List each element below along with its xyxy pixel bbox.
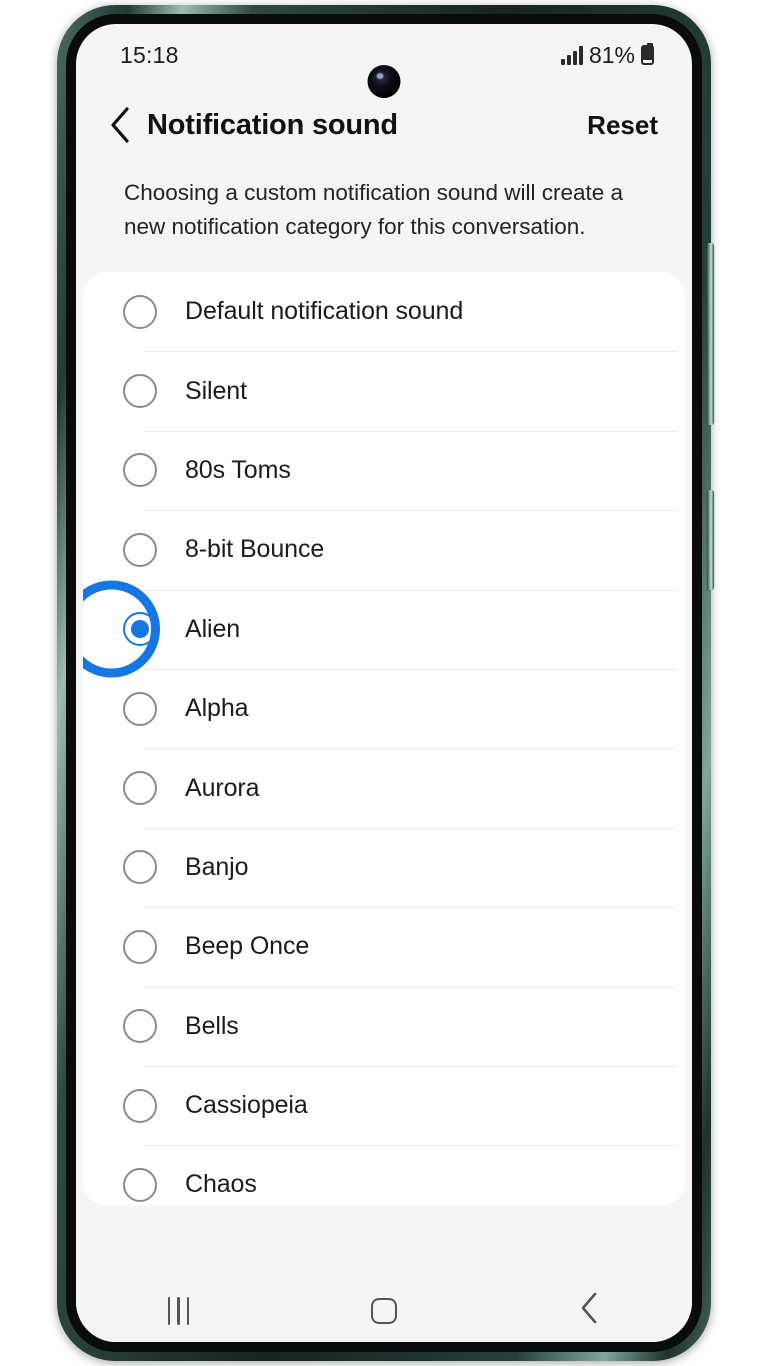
radio-button[interactable] <box>123 294 157 329</box>
list-item-label: Cassiopeia <box>185 1091 308 1120</box>
list-item[interactable]: 8-bit Bounce <box>83 510 685 589</box>
radio-button[interactable] <box>123 691 157 726</box>
list-item-label: Banjo <box>185 852 249 881</box>
phone-frame: 15:18 81% Notification sound Reset Choos… <box>57 5 714 1361</box>
status-bar-indicators: 81% <box>561 42 654 68</box>
phone-screen: 15:18 81% Notification sound Reset Choos… <box>76 24 692 1342</box>
recents-icon <box>167 1296 190 1325</box>
battery-icon <box>641 43 654 65</box>
list-item[interactable]: Beep Once <box>83 907 685 986</box>
list-item[interactable]: Chaos <box>83 1145 685 1205</box>
radio-button[interactable] <box>123 850 157 885</box>
list-item[interactable]: 80s Toms <box>83 430 685 510</box>
navigation-bar <box>76 1279 692 1342</box>
front-camera-punch-hole <box>367 65 401 98</box>
list-item[interactable]: Bells <box>83 986 685 1066</box>
list-item-label: 8-bit Bounce <box>185 535 325 564</box>
power-button[interactable] <box>707 490 714 590</box>
radio-button[interactable] <box>123 1167 157 1202</box>
list-item-label: Default notification sound <box>185 297 464 326</box>
back-chevron-icon <box>579 1292 599 1329</box>
radio-button[interactable] <box>123 532 157 567</box>
radio-button[interactable] <box>123 1088 157 1123</box>
list-item[interactable]: Silent <box>83 351 685 430</box>
list-item-label: Silent <box>185 376 247 405</box>
radio-button[interactable] <box>123 771 157 806</box>
radio-button[interactable] <box>123 453 157 488</box>
back-button[interactable] <box>529 1279 649 1342</box>
list-item-label: Bells <box>185 1011 239 1040</box>
list-item[interactable]: Cassiopeia <box>83 1065 685 1145</box>
list-item-selected[interactable]: Alien <box>83 580 685 678</box>
sound-options-list: Default notification sound Silent 80s To… <box>83 272 685 1205</box>
list-item-label: Beep Once <box>185 932 310 961</box>
status-bar: 15:18 81% <box>76 24 692 98</box>
list-item[interactable]: Alpha <box>83 668 685 748</box>
back-arrow-icon[interactable] <box>98 103 142 147</box>
radio-button[interactable] <box>123 1009 157 1044</box>
volume-button[interactable] <box>707 243 714 425</box>
signal-bars-icon <box>561 46 583 65</box>
list-item-label: 80s Toms <box>185 455 291 484</box>
reset-button[interactable]: Reset <box>587 110 658 141</box>
list-item-label: Alien <box>185 614 241 643</box>
battery-percent-label: 81% <box>588 42 635 68</box>
home-icon <box>370 1297 397 1324</box>
recents-button[interactable] <box>119 1279 239 1342</box>
list-item-label: Chaos <box>185 1170 257 1199</box>
page-title: Notification sound <box>147 108 398 141</box>
radio-button-selected[interactable] <box>123 612 157 647</box>
radio-button[interactable] <box>123 374 157 409</box>
list-item[interactable]: Aurora <box>83 748 685 827</box>
list-item[interactable]: Banjo <box>83 827 685 907</box>
radio-button[interactable] <box>123 929 157 964</box>
list-item[interactable]: Default notification sound <box>83 272 685 351</box>
list-item-label: Alpha <box>185 694 249 723</box>
list-item-label: Aurora <box>185 773 260 802</box>
description-text: Choosing a custom notification sound wil… <box>124 180 624 239</box>
status-bar-clock: 15:18 <box>120 41 179 68</box>
home-button[interactable] <box>324 1279 444 1342</box>
